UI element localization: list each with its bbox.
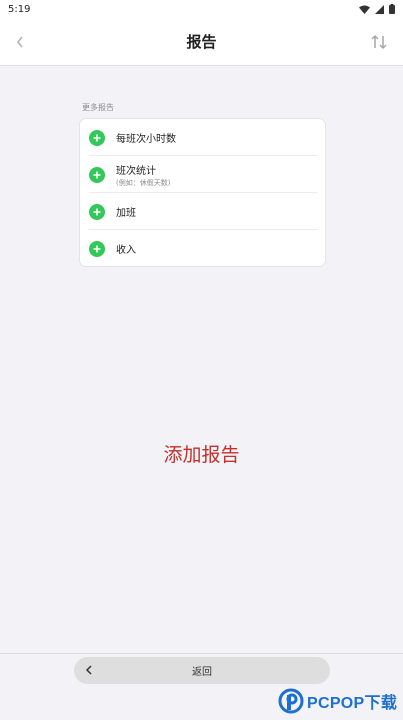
wifi-icon [359, 5, 370, 14]
bottom-back-button[interactable]: 返回 [74, 657, 330, 684]
add-report-text: 添加报告 [163, 444, 240, 466]
option-label: 加班 [116, 208, 136, 219]
option-label: 收入 [116, 245, 136, 256]
sort-button[interactable] [365, 28, 393, 56]
report-option-overtime[interactable]: 加班 [80, 193, 325, 230]
add-circle-icon [89, 166, 105, 183]
watermark-logo: PCPOP下载 [278, 684, 403, 718]
back-label: 返回 [192, 667, 212, 678]
report-option-hours-per-shift[interactable]: 每班次小时数 [80, 119, 325, 156]
section-label: 更多报告 [82, 103, 114, 112]
status-icons [359, 4, 395, 14]
add-circle-icon [89, 129, 105, 146]
status-time: 5:19 [8, 3, 31, 15]
report-options-card: 每班次小时数 班次统计 (例如：休假天数) 加班 收入 [79, 118, 326, 267]
option-sublabel: (例如：休假天数) [116, 178, 171, 187]
status-bar: 5:19 [0, 0, 403, 18]
option-label: 班次统计 [116, 165, 156, 177]
page-title: 报告 [186, 33, 217, 51]
sort-arrows-icon [371, 34, 387, 50]
option-label: 每班次小时数 [116, 134, 176, 145]
report-option-income[interactable]: 收入 [80, 230, 325, 266]
add-circle-icon [89, 203, 105, 220]
pcpop-logo-icon [278, 688, 304, 714]
app-header: 报告 [0, 18, 403, 66]
add-circle-icon [89, 240, 105, 257]
watermark-text: PCPOP下载 [307, 695, 398, 712]
signal-icon [375, 4, 384, 14]
report-option-shift-stats[interactable]: 班次统计 (例如：休假天数) [80, 156, 325, 193]
battery-icon [389, 4, 395, 14]
